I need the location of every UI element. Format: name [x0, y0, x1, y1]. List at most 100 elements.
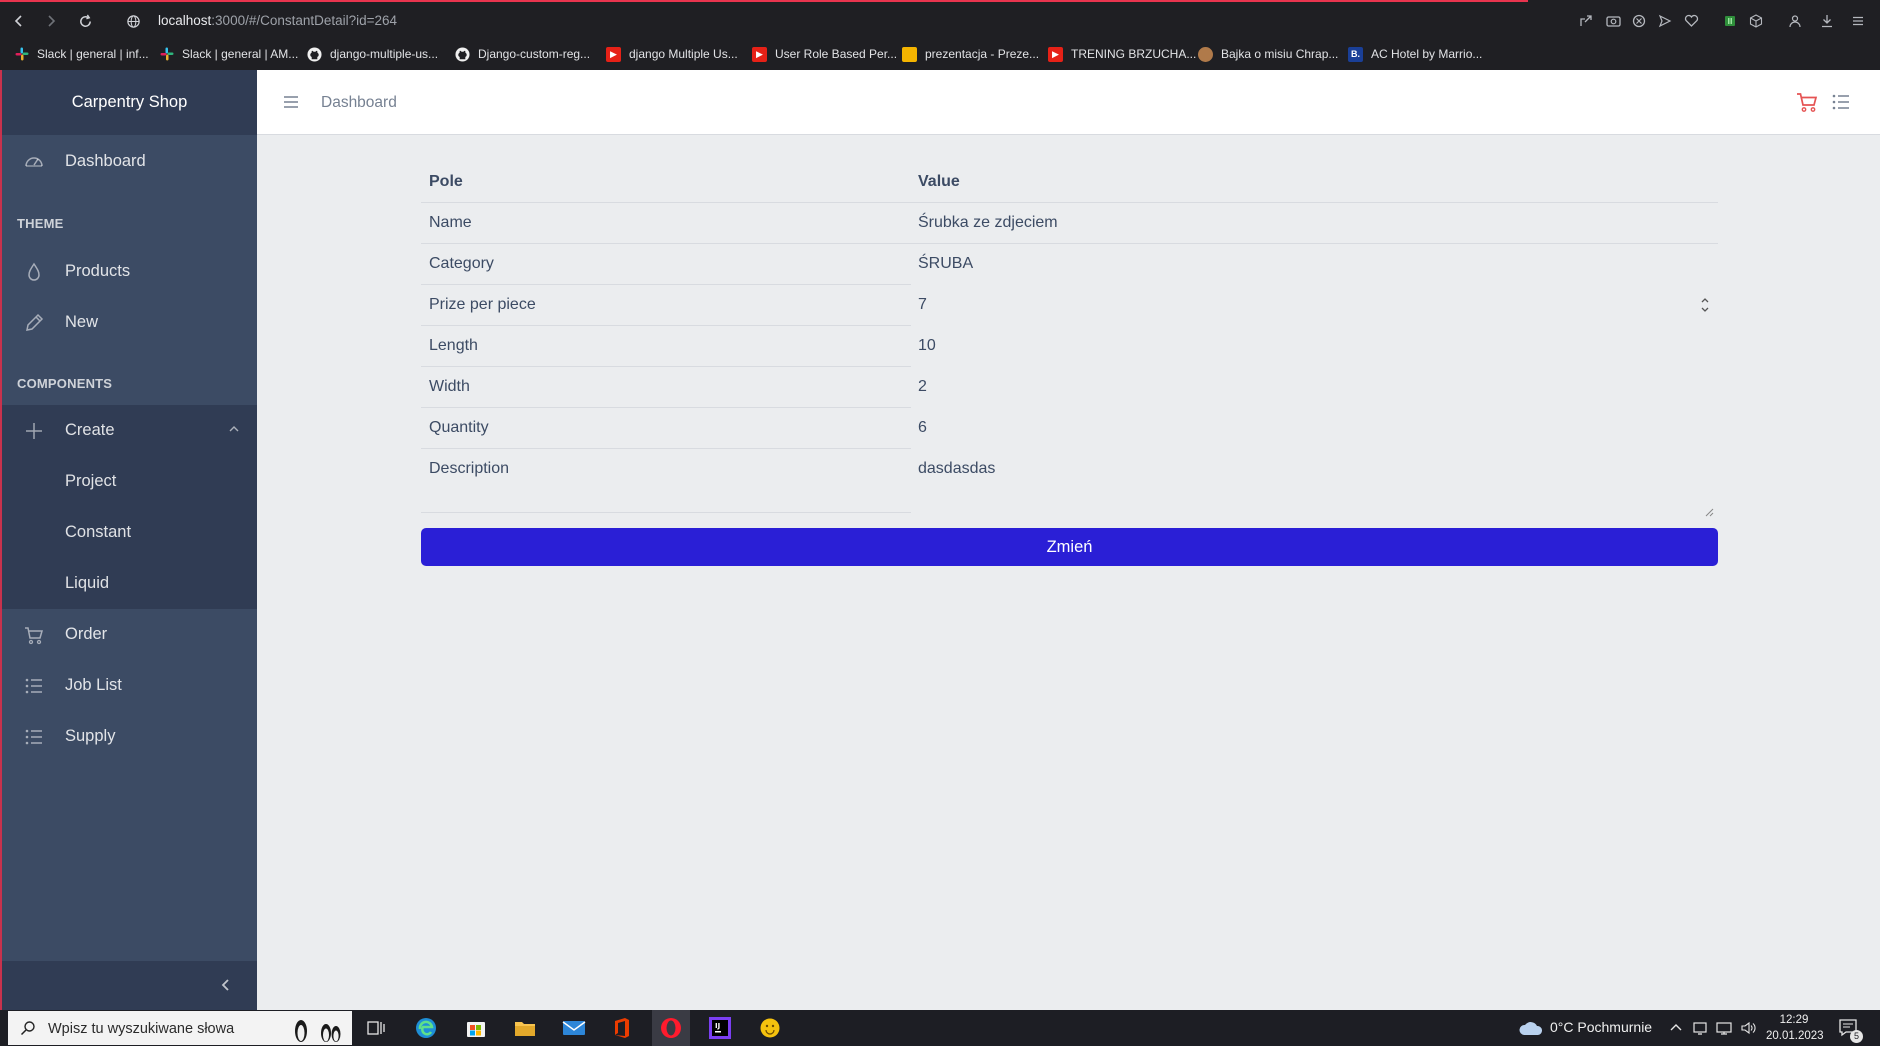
bookmark-label: TRENING BRZUCHA... [1071, 47, 1197, 61]
sidebar-item-project[interactable]: Project [2, 456, 257, 507]
booking-icon: B. [1348, 46, 1363, 62]
youtube-icon: ▶ [606, 46, 621, 62]
cart-icon[interactable] [1795, 90, 1819, 114]
clock-time: 12:29 [1779, 1014, 1809, 1026]
sidebar-item-products[interactable]: Products [2, 246, 257, 297]
task-view-icon[interactable] [362, 1014, 390, 1042]
bookmark-item[interactable]: Slack | general | inf... [14, 45, 149, 63]
address-bar: localhost:3000/#/ConstantDetail?id=264 [0, 2, 1880, 39]
opera-icon[interactable] [652, 1010, 690, 1046]
download-icon[interactable] [1817, 11, 1837, 31]
list-icon [23, 675, 45, 697]
sidebar-item-order[interactable]: Order [2, 609, 257, 660]
bookmark-item[interactable]: ▶ TRENING BRZUCHA... [1048, 45, 1196, 63]
url-field[interactable]: localhost:3000/#/ConstantDetail?id=264 [158, 13, 397, 28]
sidebar-item-label: Create [65, 421, 115, 439]
sidebar-item-liquid[interactable]: Liquid [2, 558, 257, 609]
forward-icon[interactable] [40, 10, 62, 32]
url-path: :3000/#/ConstantDetail?id=264 [211, 13, 398, 28]
intellij-icon[interactable]: IJ [706, 1014, 734, 1042]
description-textarea[interactable]: dasdasdas [918, 460, 995, 478]
extension-green-icon[interactable] [1720, 11, 1740, 31]
name-input[interactable]: Śrubka ze zdjeciem [918, 214, 1058, 232]
bookmark-item[interactable]: ▶ django Multiple Us... [606, 45, 738, 63]
bookmark-label: django-multiple-us... [330, 47, 439, 61]
sidebar-item-job-list[interactable]: Job List [2, 660, 257, 711]
bear-icon [1198, 46, 1213, 62]
profile-icon[interactable] [1785, 11, 1805, 31]
bookmark-item[interactable]: B. AC Hotel by Marrio... [1348, 45, 1482, 63]
store-icon[interactable] [462, 1014, 490, 1042]
github-icon [307, 46, 322, 62]
sidebar-item-constant[interactable]: Constant [2, 507, 257, 558]
slack-icon [159, 47, 174, 62]
reload-icon[interactable] [74, 10, 96, 32]
svg-text:IJ: IJ [715, 1022, 720, 1030]
network-icon[interactable] [1692, 1020, 1708, 1036]
camera-icon[interactable] [1603, 11, 1623, 31]
sidebar-minimize-button[interactable] [2, 961, 257, 1010]
hamburger-icon[interactable] [281, 92, 301, 112]
category-input[interactable]: ŚRUBA [918, 255, 973, 273]
width-input[interactable]: 2 [918, 378, 927, 396]
sidebar-item-label: Dashboard [65, 152, 146, 170]
sidebar-item-dashboard[interactable]: Dashboard [2, 136, 257, 187]
taskbar-search[interactable]: Wpisz tu wyszukiwane słowa [8, 1011, 352, 1045]
menu-icon[interactable] [1848, 11, 1868, 31]
sidebar-item-create[interactable]: Create [2, 405, 257, 456]
cart-icon [23, 624, 45, 646]
bookmark-item[interactable]: Bajka o misiu Chrap... [1198, 45, 1338, 63]
bookmark-label: User Role Based Per... [775, 47, 898, 61]
number-spinner-icon[interactable] [1699, 294, 1711, 316]
length-input[interactable]: 10 [918, 337, 936, 355]
edge-icon[interactable] [412, 1014, 440, 1042]
volume-icon[interactable] [1740, 1020, 1756, 1036]
bookmark-item[interactable]: Slack | general | AM... [159, 45, 298, 63]
sidebar-item-new[interactable]: New [2, 297, 257, 348]
clock[interactable]: 12:29 20.01.2023 [1766, 1012, 1824, 1044]
list-icon[interactable] [1830, 91, 1852, 113]
sidebar-item-label: Products [65, 262, 131, 280]
back-icon[interactable] [8, 10, 30, 32]
sidebar-item-label: Order [65, 625, 108, 643]
clock-date: 20.01.2023 [1766, 1030, 1824, 1042]
section-title-components: COMPONENTS [17, 376, 113, 391]
bookmark-item[interactable]: Django-custom-reg... [455, 45, 590, 63]
price-input[interactable]: 7 [918, 296, 927, 314]
cloud-icon [1518, 1019, 1544, 1037]
site-info-icon[interactable] [122, 10, 144, 32]
chevron-left-icon [219, 978, 233, 992]
sidebar-item-supply[interactable]: Supply [2, 711, 257, 762]
file-explorer-icon[interactable] [511, 1014, 539, 1042]
bookmark-label: Slack | general | AM... [182, 47, 299, 61]
submit-button[interactable]: Zmień [421, 528, 1718, 566]
table-header-row: Pole Value [421, 162, 1718, 203]
office-icon[interactable] [608, 1014, 636, 1042]
youtube-icon: ▶ [752, 46, 767, 62]
table-row: Prize per piece 7 [421, 285, 1718, 326]
bookmarks-bar: Slack | general | inf... Slack | general… [0, 41, 1880, 67]
search-placeholder: Wpisz tu wyszukiwane słowa [48, 1021, 235, 1037]
block-icon[interactable] [1629, 11, 1649, 31]
emoji-app-icon[interactable] [756, 1014, 784, 1042]
bookmark-item[interactable]: django-multiple-us... [307, 45, 438, 63]
cube-icon[interactable] [1746, 11, 1766, 31]
header-breadcrumb[interactable]: Dashboard [321, 94, 397, 112]
chevron-up-icon[interactable] [1668, 1020, 1684, 1036]
resize-grip-icon[interactable] [1702, 505, 1714, 517]
share-icon[interactable] [1576, 11, 1596, 31]
quantity-input[interactable]: 6 [918, 419, 927, 437]
slides-icon [902, 46, 917, 62]
chevron-up-icon [228, 423, 240, 435]
mail-icon[interactable] [560, 1014, 588, 1042]
field-label: Category [429, 255, 494, 272]
bookmark-item[interactable]: prezentacja - Preze... [902, 45, 1039, 63]
section-title-theme: THEME [17, 216, 64, 231]
send-icon[interactable] [1655, 11, 1675, 31]
display-icon[interactable] [1716, 1020, 1732, 1036]
weather-text[interactable]: 0°C Pochmurnie [1550, 1019, 1652, 1035]
speedometer-icon [23, 151, 45, 173]
heart-icon[interactable] [1681, 11, 1701, 31]
bookmark-item[interactable]: ▶ User Role Based Per... [752, 45, 897, 63]
sidebar-brand[interactable]: Carpentry Shop [2, 70, 257, 135]
